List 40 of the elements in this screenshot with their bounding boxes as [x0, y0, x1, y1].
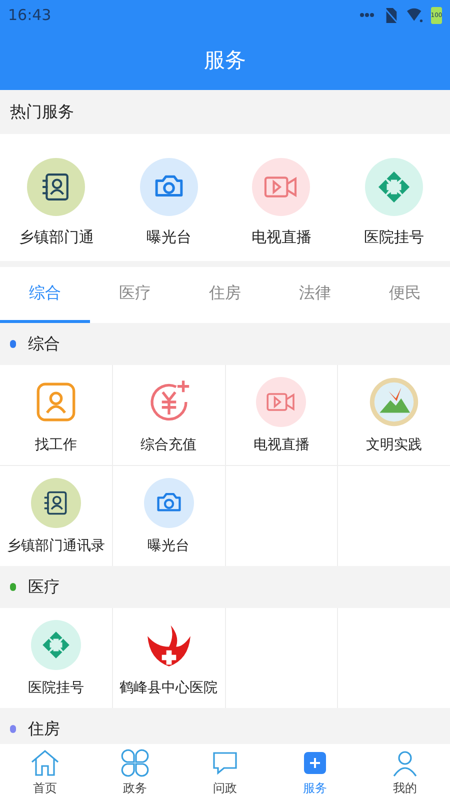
camera-icon	[144, 478, 194, 528]
medical-cross-icon	[30, 620, 81, 670]
home-icon	[30, 748, 60, 778]
service-item[interactable]: 乡镇部门通讯录	[0, 466, 112, 566]
section-title: 住房	[28, 718, 60, 740]
camera-icon	[140, 158, 198, 216]
nav-tab[interactable]: 首页	[0, 744, 90, 800]
service-item[interactable]: 电视直播	[225, 158, 338, 247]
service-item[interactable]: 乡镇部门通	[0, 158, 112, 247]
contact-book-icon	[27, 158, 86, 216]
no-sim-icon	[383, 8, 399, 22]
status-time: 16:43	[8, 6, 52, 24]
section-title: 综合	[28, 334, 60, 354]
clover-grid-icon	[120, 748, 150, 778]
more-dots-icon	[359, 12, 375, 18]
service-item[interactable]: 医院挂号	[0, 608, 112, 708]
service-item[interactable]: 曝光台	[112, 466, 224, 566]
category-tab[interactable]: 便民	[360, 267, 450, 323]
service-item[interactable]: 医院挂号	[338, 158, 450, 247]
category-tab[interactable]: 住房	[180, 267, 270, 323]
service-item[interactable]: 综合充值	[112, 365, 224, 465]
service-item[interactable]: 文明实践	[338, 365, 450, 465]
video-camera-icon	[252, 158, 310, 216]
nav-tab[interactable]: 问政	[180, 744, 270, 800]
nav-tab[interactable]: 政务	[90, 744, 180, 800]
emblem-icon	[369, 376, 420, 426]
nav-tab[interactable]: 我的	[360, 744, 450, 800]
section-title: 热门服务	[10, 102, 74, 122]
page-title: 服务	[204, 47, 246, 74]
service-item[interactable]: 鹤峰县中心医院	[112, 608, 224, 708]
service-item[interactable]: 曝光台	[112, 158, 225, 247]
contact-book-icon	[30, 478, 81, 528]
medical-cross-icon	[364, 158, 423, 216]
category-tab[interactable]: 医疗	[90, 267, 180, 323]
wifi-icon	[407, 8, 423, 22]
category-tab[interactable]: 法律	[270, 267, 360, 323]
section-title: 医疗	[28, 576, 60, 598]
service-item[interactable]: 找工作	[0, 365, 112, 465]
video-camera-icon	[256, 376, 306, 426]
service-item[interactable]: 电视直播	[226, 365, 338, 465]
